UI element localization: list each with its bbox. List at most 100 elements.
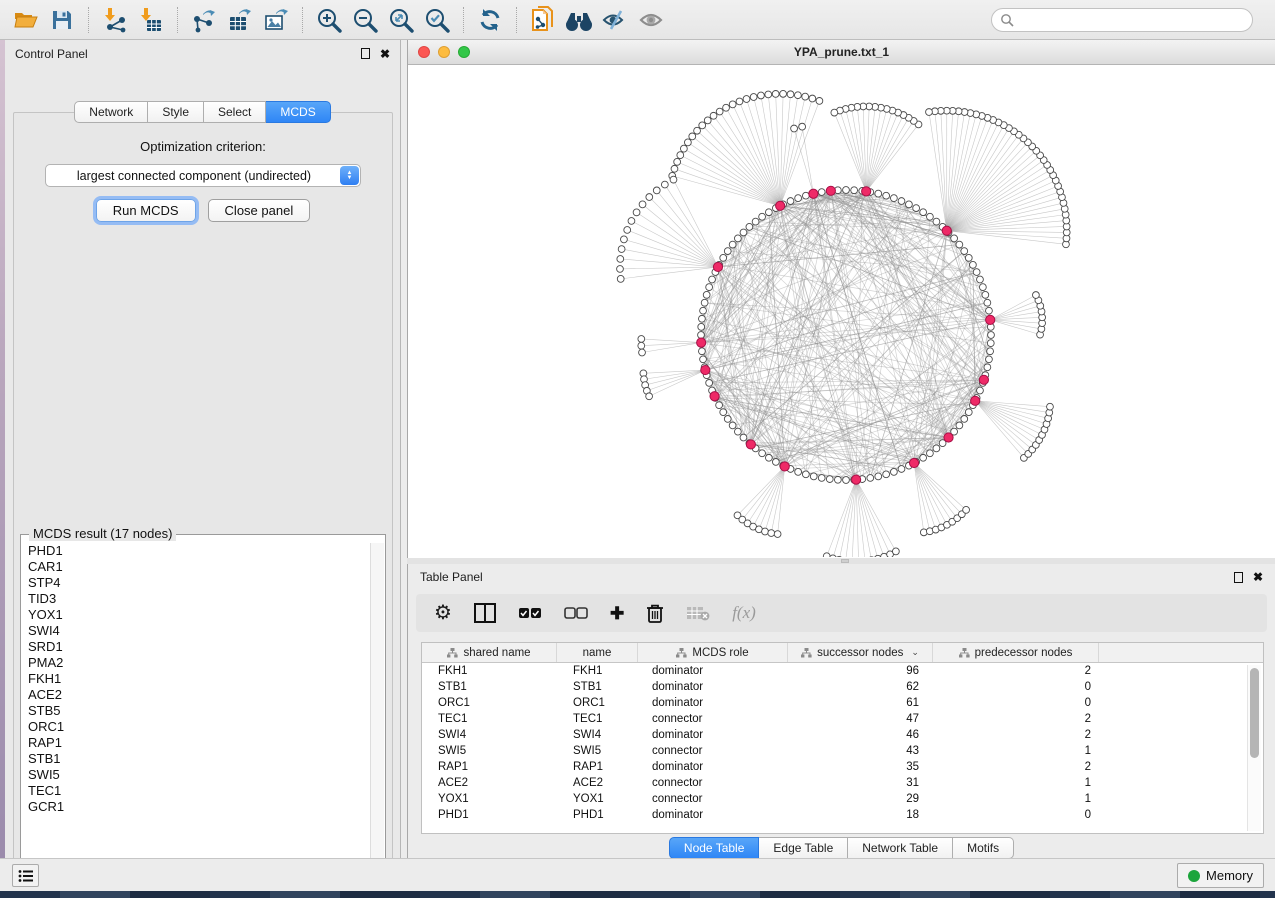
toolbar-separator bbox=[88, 7, 89, 33]
zoom-in-button[interactable] bbox=[311, 4, 347, 36]
table-row[interactable]: RAP1RAP1dominator352 bbox=[422, 759, 1263, 775]
column-header-successor-nodes[interactable]: successor nodes ⌄ bbox=[788, 643, 933, 662]
table-row[interactable]: SWI4SWI4dominator462 bbox=[422, 727, 1263, 743]
close-panel-icon[interactable]: ✖ bbox=[1253, 571, 1263, 583]
toolbar-separator bbox=[516, 7, 517, 33]
network-graph-svg[interactable] bbox=[408, 65, 1275, 557]
delete-column-button[interactable] bbox=[646, 603, 664, 624]
memory-label: Memory bbox=[1206, 868, 1253, 883]
list-item[interactable]: PHD1 bbox=[28, 543, 370, 559]
tab-motifs[interactable]: Motifs bbox=[953, 837, 1014, 859]
mcds-result-list[interactable]: PHD1 CAR1 STP4 TID3 YOX1 SWI4 SRD1 PMA2 … bbox=[22, 543, 370, 898]
sort-descending-icon: ⌄ bbox=[911, 647, 919, 658]
splitter-grip[interactable] bbox=[841, 559, 849, 563]
table-panel-titlebar[interactable]: Table Panel ✖ bbox=[408, 564, 1275, 590]
tab-mcds[interactable]: MCDS bbox=[266, 101, 330, 123]
export-table-button[interactable] bbox=[222, 4, 258, 36]
create-column-button[interactable]: ✚ bbox=[610, 605, 624, 622]
column-header-name[interactable]: name bbox=[557, 643, 638, 662]
optimization-criterion-label: Optimization criterion: bbox=[14, 139, 392, 154]
criterion-dropdown[interactable]: largest connected component (undirected)… bbox=[45, 164, 361, 187]
memory-status-icon bbox=[1188, 870, 1200, 882]
list-item[interactable]: SRD1 bbox=[28, 639, 370, 655]
column-header-mcds-role[interactable]: MCDS role bbox=[638, 643, 788, 662]
zoom-selected-button[interactable] bbox=[419, 4, 455, 36]
memory-button[interactable]: Memory bbox=[1177, 863, 1264, 888]
control-panel: Control Panel ✖ Optimization criterion: … bbox=[5, 40, 401, 858]
search-field[interactable] bbox=[991, 8, 1253, 32]
list-item[interactable]: STB5 bbox=[28, 703, 370, 719]
open-session-button[interactable] bbox=[8, 4, 44, 36]
table-settings-button[interactable]: ⚙ bbox=[434, 603, 452, 623]
run-mcds-button[interactable]: Run MCDS bbox=[96, 199, 196, 222]
tab-style[interactable]: Style bbox=[148, 101, 204, 123]
network-canvas[interactable] bbox=[408, 65, 1275, 557]
import-network-icon bbox=[102, 7, 128, 33]
mcds-list-scrollbar[interactable] bbox=[370, 543, 384, 898]
close-panel-icon[interactable]: ✖ bbox=[380, 48, 390, 60]
tab-network-table[interactable]: Network Table bbox=[848, 837, 953, 859]
toolbar-separator bbox=[302, 7, 303, 33]
show-all-button[interactable] bbox=[633, 4, 669, 36]
list-item[interactable]: PMA2 bbox=[28, 655, 370, 671]
scrollbar-thumb[interactable] bbox=[1250, 668, 1259, 758]
hierarchy-icon bbox=[959, 648, 970, 658]
trash-icon bbox=[646, 603, 664, 624]
new-network-from-selection-button[interactable] bbox=[525, 4, 561, 36]
tab-select[interactable]: Select bbox=[204, 101, 266, 123]
list-item[interactable]: SWI5 bbox=[28, 767, 370, 783]
toolbar-separator bbox=[463, 7, 464, 33]
list-item[interactable]: ACE2 bbox=[28, 687, 370, 703]
list-item[interactable]: YOX1 bbox=[28, 607, 370, 623]
list-item[interactable]: STP4 bbox=[28, 575, 370, 591]
float-panel-icon[interactable] bbox=[361, 48, 370, 59]
list-item[interactable]: RAP1 bbox=[28, 735, 370, 751]
table-row[interactable]: ACE2ACE2connector311 bbox=[422, 775, 1263, 791]
table-panel-title: Table Panel bbox=[420, 570, 483, 584]
search-input[interactable] bbox=[1014, 13, 1244, 27]
hierarchy-icon bbox=[447, 648, 458, 658]
tab-network[interactable]: Network bbox=[74, 101, 148, 123]
table-row[interactable]: ORC1ORC1dominator610 bbox=[422, 695, 1263, 711]
tab-edge-table[interactable]: Edge Table bbox=[759, 837, 848, 859]
table-row[interactable]: STB1STB1dominator620 bbox=[422, 679, 1263, 695]
zoom-out-button[interactable] bbox=[347, 4, 383, 36]
table-row[interactable]: SWI5SWI5connector431 bbox=[422, 743, 1263, 759]
export-image-button[interactable] bbox=[258, 4, 294, 36]
desktop-wallpaper bbox=[0, 891, 1275, 898]
column-header-shared-name[interactable]: shared name bbox=[422, 643, 557, 662]
import-table-button[interactable] bbox=[133, 4, 169, 36]
table-scrollbar[interactable] bbox=[1247, 665, 1261, 831]
find-network-button[interactable] bbox=[561, 4, 597, 36]
list-item[interactable]: FKH1 bbox=[28, 671, 370, 687]
list-item[interactable]: TID3 bbox=[28, 591, 370, 607]
zoom-fit-button[interactable] bbox=[383, 4, 419, 36]
close-panel-button[interactable]: Close panel bbox=[208, 199, 311, 222]
list-item[interactable]: TEC1 bbox=[28, 783, 370, 799]
table-row[interactable]: YOX1YOX1connector291 bbox=[422, 791, 1263, 807]
control-panel-titlebar[interactable]: Control Panel ✖ bbox=[5, 40, 400, 67]
select-all-button[interactable] bbox=[518, 607, 542, 619]
hide-selected-button[interactable] bbox=[597, 4, 633, 36]
tab-node-table[interactable]: Node Table bbox=[669, 837, 760, 859]
export-network-button[interactable] bbox=[186, 4, 222, 36]
list-item[interactable]: CAR1 bbox=[28, 559, 370, 575]
table-row[interactable]: PHD1PHD1dominator180 bbox=[422, 807, 1263, 823]
deselect-all-button[interactable] bbox=[564, 607, 588, 619]
column-header-predecessor-nodes[interactable]: predecessor nodes bbox=[933, 643, 1099, 662]
table-row[interactable]: TEC1TEC1connector472 bbox=[422, 711, 1263, 727]
table-tabs: Node Table Edge Table Network Table Moti… bbox=[408, 837, 1275, 859]
import-network-button[interactable] bbox=[97, 4, 133, 36]
list-item[interactable]: ORC1 bbox=[28, 719, 370, 735]
list-item[interactable]: SWI4 bbox=[28, 623, 370, 639]
task-history-button[interactable] bbox=[12, 864, 39, 887]
list-item[interactable]: STB1 bbox=[28, 751, 370, 767]
refresh-view-button[interactable] bbox=[472, 4, 508, 36]
list-item[interactable]: GCR1 bbox=[28, 799, 370, 815]
float-panel-icon[interactable] bbox=[1234, 572, 1243, 583]
network-window-titlebar[interactable]: YPA_prune.txt_1 bbox=[408, 40, 1275, 65]
table-row[interactable]: FKH1FKH1dominator962 bbox=[422, 663, 1263, 679]
show-columns-button[interactable] bbox=[474, 603, 496, 623]
save-session-button[interactable] bbox=[44, 4, 80, 36]
table-header-row: shared name name MCDS role successor nod… bbox=[422, 643, 1263, 663]
